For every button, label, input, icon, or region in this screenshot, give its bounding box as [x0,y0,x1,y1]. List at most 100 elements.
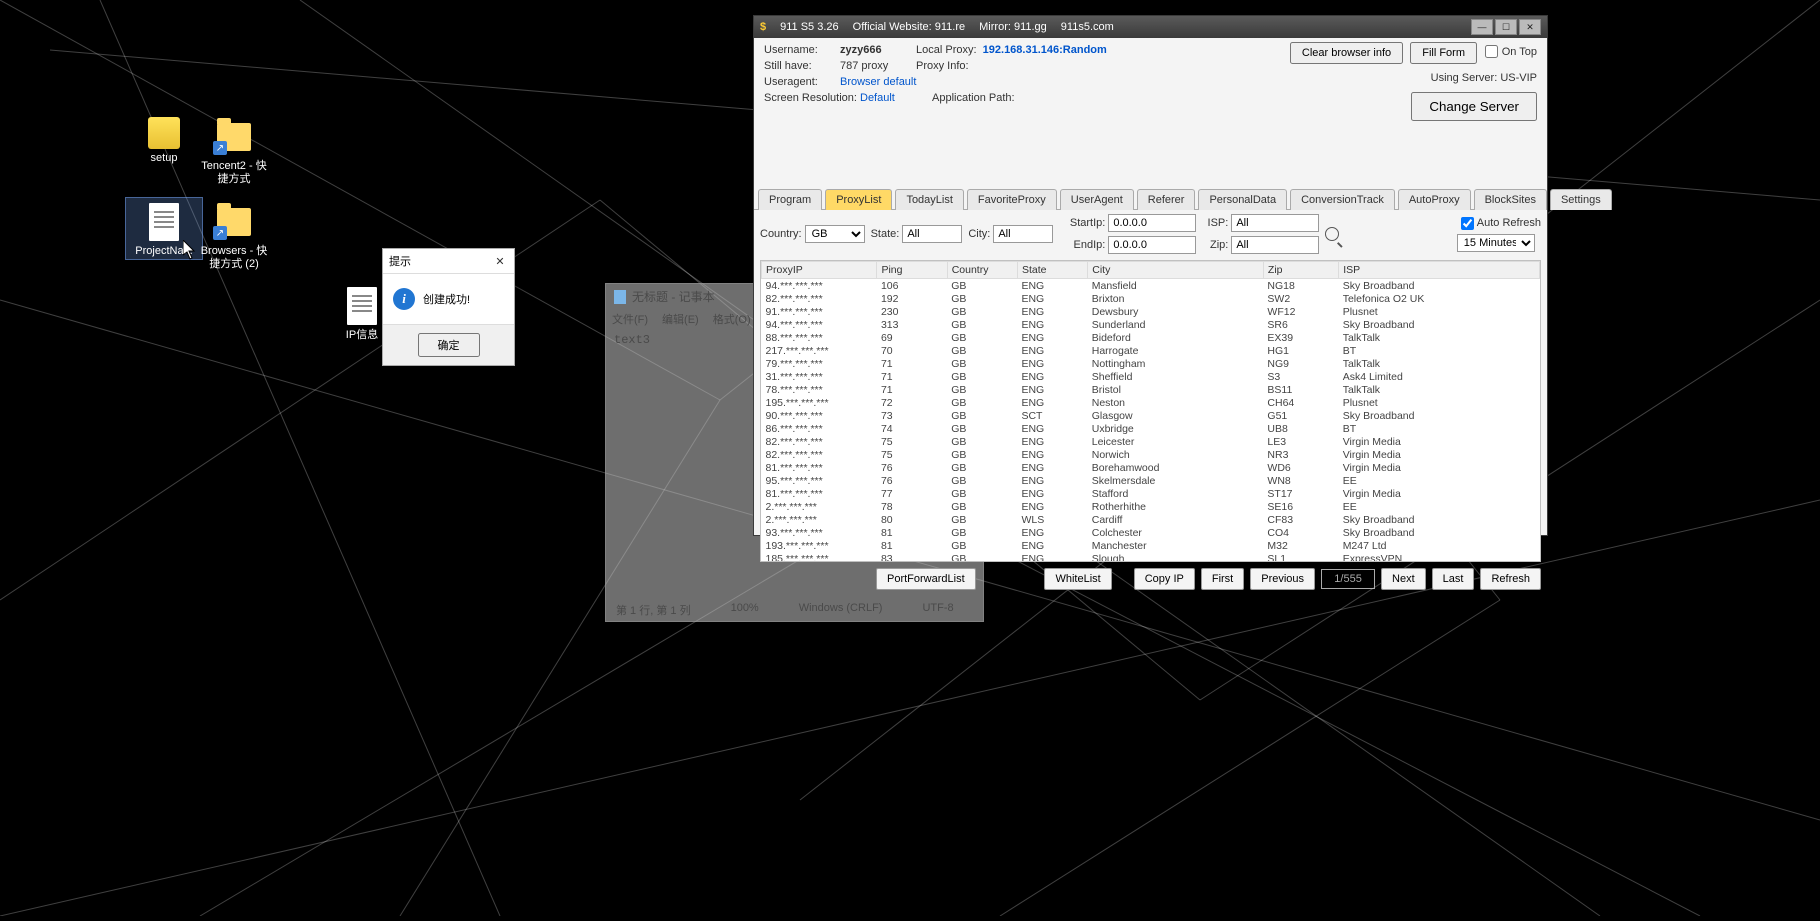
close-icon[interactable]: ✕ [492,253,508,269]
table-row[interactable]: 94.***.***.***106GBENGMansfieldNG18Sky B… [762,279,1540,293]
username-value: zyzy666 [840,44,882,56]
desktop-icon-setup[interactable]: setup [126,113,202,166]
endip-label: EndIp: [1059,239,1105,251]
auto-refresh-checkbox[interactable] [1461,217,1474,230]
table-row[interactable]: 91.***.***.***230GBENGDewsburyWF12Plusne… [762,305,1540,318]
tab-useragent[interactable]: UserAgent [1060,189,1134,210]
table-row[interactable]: 82.***.***.***192GBENGBrixtonSW2Telefoni… [762,292,1540,305]
proxyinfo-label: Proxy Info: [916,60,969,72]
tab-referer[interactable]: Referer [1137,189,1196,210]
table-row[interactable]: 195.***.***.***72GBENGNestonCH64Plusnet [762,396,1540,409]
table-row[interactable]: 79.***.***.***71GBENGNottinghamNG9TalkTa… [762,357,1540,370]
titlebar[interactable]: $ 911 S5 3.26 Official Website: 911.re M… [754,16,1547,38]
country-label: Country: [760,228,802,240]
table-row[interactable]: 82.***.***.***75GBENGLeicesterLE3Virgin … [762,435,1540,448]
menu-edit[interactable]: 编辑(E) [662,311,699,327]
table-row[interactable]: 81.***.***.***76GBENGBorehamwoodWD6Virgi… [762,461,1540,474]
alert-dialog: 提示 ✕ i 创建成功! 确定 [382,248,515,366]
table-row[interactable]: 88.***.***.***69GBENGBidefordEX39TalkTal… [762,331,1540,344]
titlebar-website: Official Website: 911.re [853,21,966,33]
table-row[interactable]: 78.***.***.***71GBENGBristolBS11TalkTalk [762,383,1540,396]
app-window: $ 911 S5 3.26 Official Website: 911.re M… [753,15,1548,536]
dialog-titlebar[interactable]: 提示 ✕ [383,249,514,274]
page-indicator: 1/555 [1321,569,1375,589]
tab-favoriteproxy[interactable]: FavoriteProxy [967,189,1057,210]
startip-input[interactable] [1108,214,1196,232]
first-button[interactable]: First [1201,568,1244,590]
info-panel: Username: Still have: Useragent: Screen … [754,38,1547,186]
table-row[interactable]: 94.***.***.***313GBENGSunderlandSR6Sky B… [762,318,1540,331]
table-row[interactable]: 2.***.***.***80GBWLSCardiffCF83Sky Broad… [762,513,1540,526]
last-button[interactable]: Last [1432,568,1475,590]
menu-file[interactable]: 文件(F) [612,311,648,327]
table-row[interactable]: 217.***.***.***70GBENGHarrogateHG1BT [762,344,1540,357]
close-button[interactable]: ✕ [1519,19,1541,35]
useragent-value[interactable]: Browser default [840,76,916,88]
icon-label: Tencent2 - 快捷方式 [194,159,274,187]
col-city[interactable]: City [1088,262,1264,279]
tab-program[interactable]: Program [758,189,822,210]
tab-bar: ProgramProxyListTodayListFavoriteProxyUs… [754,188,1547,210]
search-icon[interactable] [1325,227,1339,241]
copy-ip-button[interactable]: Copy IP [1134,568,1195,590]
tab-proxylist[interactable]: ProxyList [825,189,892,210]
col-isp[interactable]: ISP [1339,262,1540,279]
tab-conversiontrack[interactable]: ConversionTrack [1290,189,1395,210]
table-row[interactable]: 193.***.***.***81GBENGManchesterM32M247 … [762,539,1540,552]
icon-label: setup [126,151,202,166]
table-row[interactable]: 82.***.***.***75GBENGNorwichNR3Virgin Me… [762,448,1540,461]
previous-button[interactable]: Previous [1250,568,1315,590]
refresh-interval-select[interactable]: 15 Minutes [1457,234,1535,252]
menu-format[interactable]: 格式(O) [713,311,751,327]
portforwardlist-button[interactable]: PortForwardList [876,568,976,590]
isp-input[interactable] [1231,214,1319,232]
col-proxyip[interactable]: ProxyIP [762,262,877,279]
table-row[interactable]: 2.***.***.***78GBENGRotherhitheSE16EE [762,500,1540,513]
auto-refresh-label: Auto Refresh [1477,217,1541,229]
tab-todaylist[interactable]: TodayList [895,189,963,210]
ok-button[interactable]: 确定 [418,333,480,357]
table-row[interactable]: 90.***.***.***73GBSCTGlasgowG51Sky Broad… [762,409,1540,422]
status-zoom: 100% [731,602,759,618]
on-top-check[interactable]: On Top [1485,45,1537,58]
on-top-checkbox[interactable] [1485,45,1498,58]
whitelist-button[interactable]: WhiteList [1044,568,1111,590]
endip-input[interactable] [1108,236,1196,254]
state-input[interactable] [902,225,962,243]
tab-personaldata[interactable]: PersonalData [1198,189,1287,210]
apppath-label: Application Path: [932,92,1015,104]
tab-autoproxy[interactable]: AutoProxy [1398,189,1471,210]
desktop-icon-tencent2[interactable]: ↗ Tencent2 - 快捷方式 [194,113,274,187]
change-server-button[interactable]: Change Server [1411,92,1537,121]
tab-blocksites[interactable]: BlockSites [1474,189,1547,210]
refresh-button[interactable]: Refresh [1480,568,1541,590]
table-row[interactable]: 185.***.***.***83GBENGSloughSL1ExpressVP… [762,552,1540,562]
titlebar-alt: 911s5.com [1061,21,1114,33]
next-button[interactable]: Next [1381,568,1426,590]
col-zip[interactable]: Zip [1263,262,1338,279]
isp-label: ISP: [1202,217,1228,229]
table-row[interactable]: 86.***.***.***74GBENGUxbridgeUB8BT [762,422,1540,435]
maximize-button[interactable]: ☐ [1495,19,1517,35]
city-input[interactable] [993,225,1053,243]
clear-browser-info-button[interactable]: Clear browser info [1290,42,1403,64]
document-icon [342,286,382,326]
tab-settings[interactable]: Settings [1550,189,1612,210]
resolution-value[interactable]: Default [860,92,895,104]
zip-input[interactable] [1231,236,1319,254]
country-select[interactable]: GB [805,225,865,243]
spongebob-icon [148,117,180,149]
table-row[interactable]: 81.***.***.***77GBENGStaffordST17Virgin … [762,487,1540,500]
proxy-grid[interactable]: ProxyIPPingCountryStateCityZipISP 94.***… [760,260,1541,562]
fill-form-button[interactable]: Fill Form [1410,42,1477,64]
dialog-title: 提示 [389,253,411,269]
col-ping[interactable]: Ping [877,262,947,279]
minimize-button[interactable]: — [1471,19,1493,35]
col-country[interactable]: Country [947,262,1017,279]
localproxy-value[interactable]: 192.168.31.146:Random [983,44,1107,56]
table-row[interactable]: 95.***.***.***76GBENGSkelmersdaleWN8EE [762,474,1540,487]
desktop-icon-browsers[interactable]: ↗ Browsers - 快捷方式 (2) [194,198,274,272]
table-row[interactable]: 31.***.***.***71GBENGSheffieldS3Ask4 Lim… [762,370,1540,383]
col-state[interactable]: State [1017,262,1087,279]
table-row[interactable]: 93.***.***.***81GBENGColchesterCO4Sky Br… [762,526,1540,539]
